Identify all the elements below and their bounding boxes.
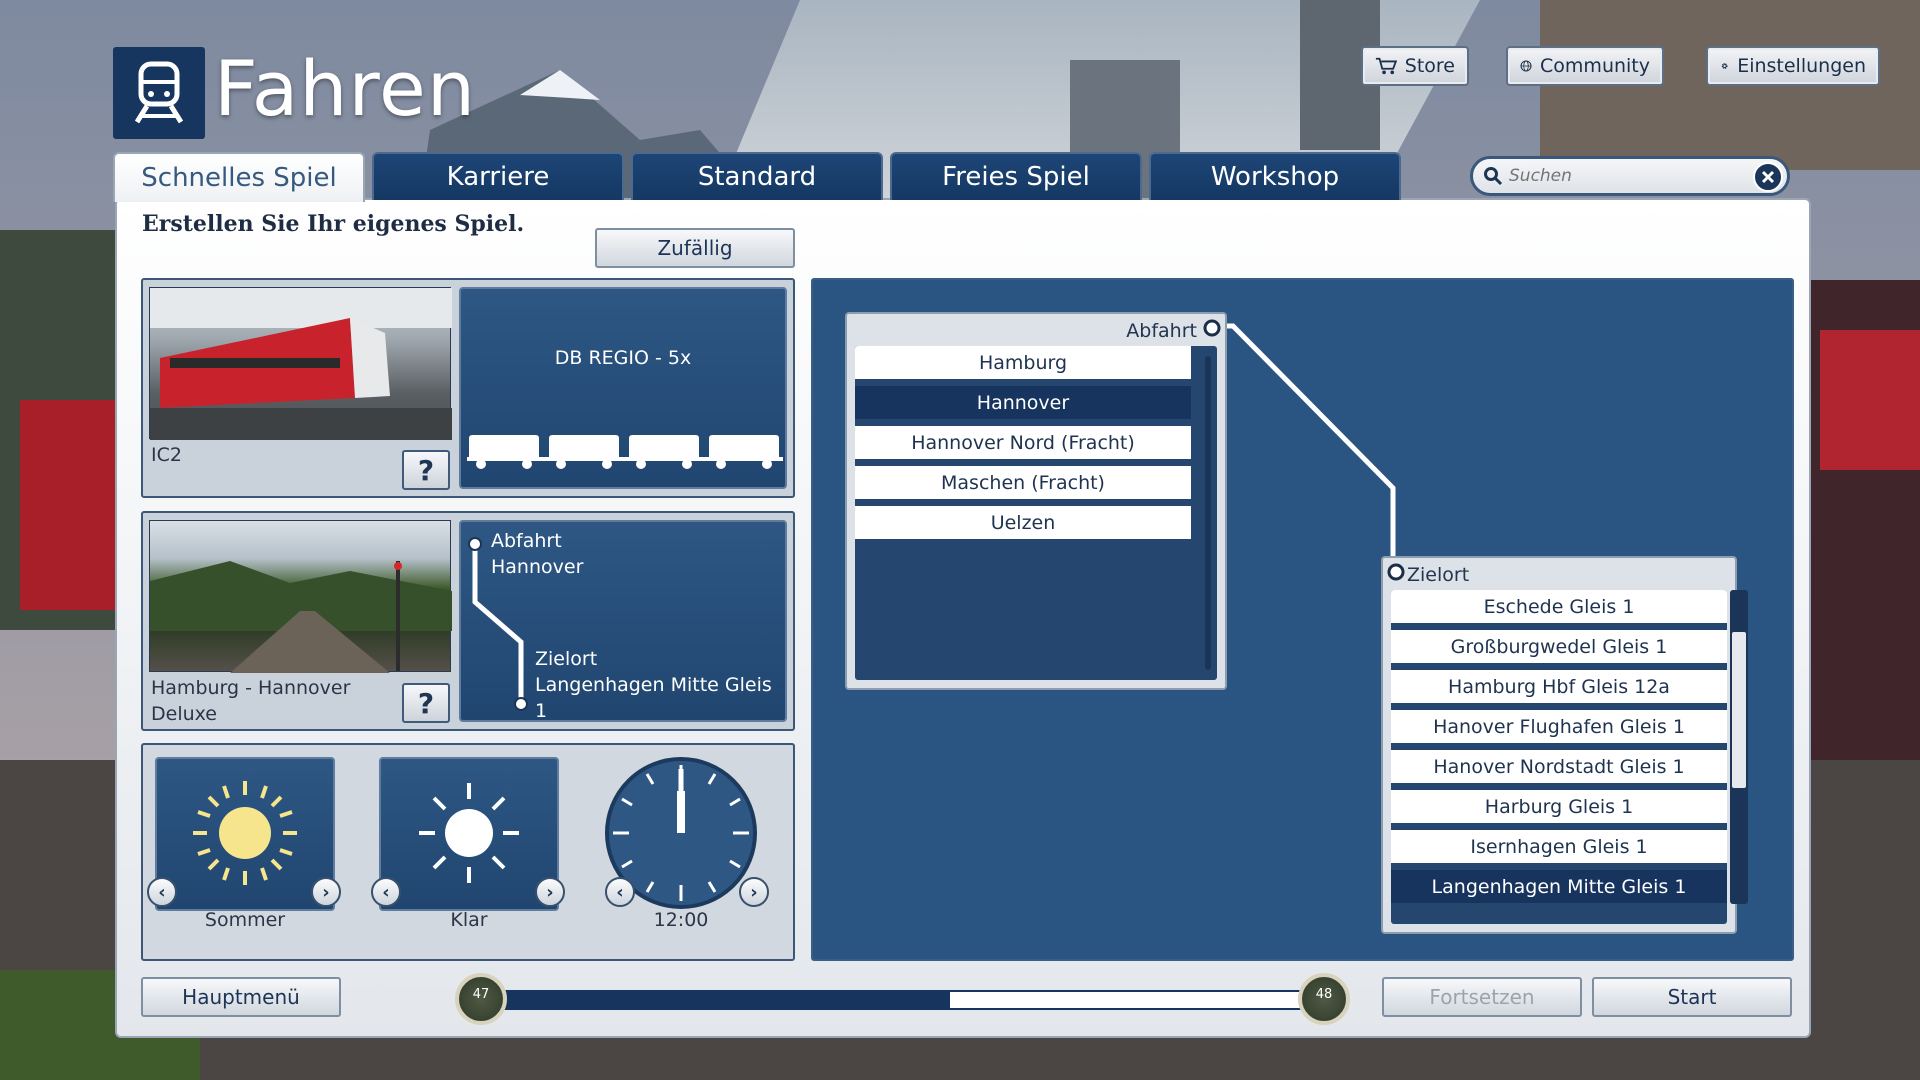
destination-item-eschede[interactable]: Eschede Gleis 1 bbox=[1391, 590, 1727, 626]
route-destination-label: Zielort bbox=[535, 648, 598, 670]
route-name-line2: Deluxe bbox=[151, 703, 217, 725]
destination-scrollbar-thumb[interactable] bbox=[1732, 632, 1746, 788]
destination-item-harburg[interactable]: Harburg Gleis 1 bbox=[1391, 790, 1727, 826]
route-destination-value: Langenhagen Mitte Gleis 1 bbox=[535, 674, 772, 722]
destination-item-isernhagen[interactable]: Isernhagen Gleis 1 bbox=[1391, 830, 1727, 866]
cart-icon bbox=[1375, 57, 1397, 75]
tab-karriere[interactable]: Karriere bbox=[372, 152, 624, 200]
settings-button[interactable]: Einstellungen bbox=[1706, 46, 1880, 86]
close-icon bbox=[1761, 170, 1775, 184]
search-icon bbox=[1484, 167, 1503, 186]
progress-bar bbox=[480, 990, 1320, 1010]
season-next-button[interactable]: › bbox=[311, 877, 341, 907]
weather-next-button[interactable]: › bbox=[535, 877, 565, 907]
weather-panel bbox=[379, 757, 559, 911]
weather-label: Klar bbox=[450, 909, 488, 931]
time-prev-button[interactable]: ‹ bbox=[605, 877, 635, 907]
consist-label: DB REGIO - 5x bbox=[554, 347, 692, 369]
route-departure-value: Hannover bbox=[491, 556, 584, 578]
conditions-card: ‹ › Sommer ‹ › Klar ‹ › 12:00 bbox=[141, 743, 795, 961]
globe-icon bbox=[1520, 60, 1532, 72]
destination-scrollbar[interactable] bbox=[1730, 590, 1748, 904]
route-help-button[interactable]: ? bbox=[402, 683, 450, 723]
wagons-icon bbox=[467, 435, 783, 469]
settings-label: Einstellungen bbox=[1737, 55, 1866, 77]
community-label: Community bbox=[1540, 55, 1650, 77]
destination-list-body: Eschede Gleis 1 Großburgwedel Gleis 1 Ha… bbox=[1391, 590, 1727, 924]
destination-item-hanover-flughafen[interactable]: Hanover Flughafen Gleis 1 bbox=[1391, 710, 1727, 746]
route-summary-panel: Abfahrt Hannover Zielort Langenhagen Mit… bbox=[459, 520, 787, 722]
departure-item-uelzen[interactable]: Uelzen bbox=[855, 506, 1191, 542]
season-label: Sommer bbox=[204, 909, 286, 931]
train-icon bbox=[134, 61, 184, 124]
search-box bbox=[1470, 156, 1790, 196]
route-thumbnail bbox=[149, 520, 452, 673]
tab-standard[interactable]: Standard bbox=[631, 152, 883, 200]
tab-schnelles-spiel[interactable]: Schnelles Spiel bbox=[113, 152, 365, 202]
route-map-panel: Abfahrt Hamburg Hannover Hannover Nord (… bbox=[811, 278, 1794, 961]
departure-list-header: Abfahrt bbox=[1126, 320, 1197, 342]
continue-button[interactable]: Fortsetzen bbox=[1382, 977, 1582, 1017]
destination-item-langenhagen[interactable]: Langenhagen Mitte Gleis 1 bbox=[1391, 870, 1727, 906]
progress-fill bbox=[482, 992, 951, 1008]
train-logo bbox=[113, 47, 205, 139]
time-label: 12:00 bbox=[653, 909, 709, 931]
season-prev-button[interactable]: ‹ bbox=[147, 877, 177, 907]
departure-scrollbar[interactable] bbox=[1205, 356, 1211, 670]
tab-workshop[interactable]: Workshop bbox=[1149, 152, 1401, 200]
train-thumbnail bbox=[149, 287, 452, 440]
weather-prev-button[interactable]: ‹ bbox=[371, 877, 401, 907]
destination-item-hamburg-hbf[interactable]: Hamburg Hbf Gleis 12a bbox=[1391, 670, 1727, 706]
route-name-line1: Hamburg - Hannover bbox=[151, 677, 351, 699]
departure-list-body: Hamburg Hannover Hannover Nord (Fracht) … bbox=[855, 346, 1217, 680]
route-departure-label: Abfahrt bbox=[491, 530, 562, 552]
train-name: IC2 bbox=[151, 444, 182, 466]
destination-item-hanover-nordstadt[interactable]: Hanover Nordstadt Gleis 1 bbox=[1391, 750, 1727, 786]
progress-start-badge: 47 bbox=[455, 973, 507, 1025]
page-title: Fahren bbox=[214, 44, 476, 133]
route-card[interactable]: Hamburg - Hannover Deluxe ? Abfahrt Hann… bbox=[141, 511, 795, 731]
sun-icon bbox=[193, 781, 297, 885]
departure-item-hannover[interactable]: Hannover bbox=[855, 386, 1191, 422]
departure-list: Abfahrt Hamburg Hannover Hannover Nord (… bbox=[845, 312, 1227, 690]
destination-node-icon bbox=[1387, 563, 1405, 581]
progress-end-badge: 48 bbox=[1298, 973, 1350, 1025]
page-subtitle: Erstellen Sie Ihr eigenes Spiel. bbox=[142, 211, 525, 237]
community-button[interactable]: Community bbox=[1506, 46, 1664, 86]
destination-list-header: Zielort bbox=[1407, 564, 1470, 586]
consist-panel: DB REGIO - 5x bbox=[459, 287, 787, 489]
main-menu-button[interactable]: Hauptmenü bbox=[141, 977, 341, 1017]
destination-item-grossburgwedel[interactable]: Großburgwedel Gleis 1 bbox=[1391, 630, 1727, 666]
season-panel bbox=[155, 757, 335, 911]
clear-search-button[interactable] bbox=[1753, 162, 1783, 192]
start-button[interactable]: Start bbox=[1592, 977, 1792, 1017]
time-next-button[interactable]: › bbox=[739, 877, 769, 907]
departure-item-maschen[interactable]: Maschen (Fracht) bbox=[855, 466, 1191, 502]
store-label: Store bbox=[1404, 55, 1455, 77]
destination-list: Zielort Eschede Gleis 1 Großburgwedel Gl… bbox=[1381, 556, 1737, 934]
train-help-button[interactable]: ? bbox=[402, 450, 450, 490]
random-button[interactable]: Zufällig bbox=[595, 228, 795, 268]
clear-weather-icon bbox=[419, 783, 519, 883]
train-card[interactable]: IC2 ? DB REGIO - 5x bbox=[141, 278, 795, 498]
store-button[interactable]: Store bbox=[1361, 46, 1469, 86]
gear-icon bbox=[1721, 63, 1728, 69]
departure-item-hannover-nord[interactable]: Hannover Nord (Fracht) bbox=[855, 426, 1191, 462]
departure-item-hamburg[interactable]: Hamburg bbox=[855, 346, 1191, 382]
tab-freies-spiel[interactable]: Freies Spiel bbox=[890, 152, 1142, 200]
departure-node-icon bbox=[1203, 319, 1221, 337]
search-input[interactable] bbox=[1509, 166, 1749, 186]
